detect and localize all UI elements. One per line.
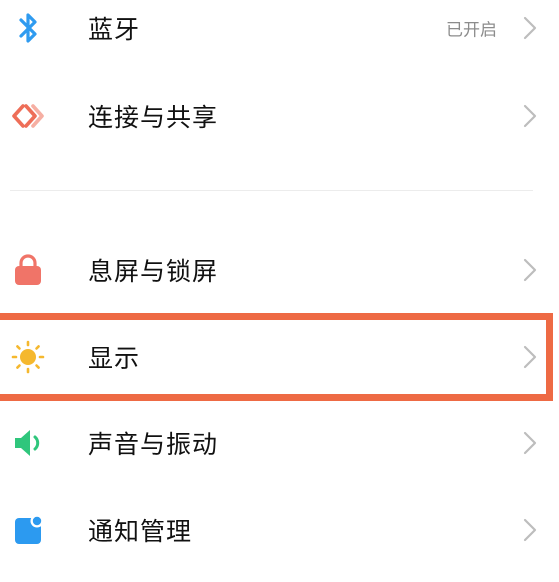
chevron-right-icon bbox=[523, 258, 537, 282]
lock-icon bbox=[10, 252, 46, 288]
highlight-box bbox=[0, 313, 553, 401]
section-divider bbox=[10, 190, 533, 191]
settings-item-label: 息屏与锁屏 bbox=[88, 257, 219, 286]
bluetooth-icon bbox=[10, 10, 46, 46]
settings-item-connection-share[interactable]: 连接与共享 bbox=[0, 86, 559, 146]
settings-item-label: 通知管理 bbox=[88, 517, 193, 546]
connection-share-icon bbox=[10, 98, 46, 134]
settings-screen: 蓝牙 已开启 连接与共享 息屏与锁屏 显示 声音与振动 通知管理 bbox=[0, 0, 559, 582]
speaker-icon bbox=[10, 425, 46, 461]
bluetooth-status: 已开启 bbox=[446, 20, 497, 41]
chevron-right-icon bbox=[523, 16, 537, 40]
chevron-right-icon bbox=[523, 431, 537, 455]
settings-item-label: 声音与振动 bbox=[88, 430, 219, 459]
chevron-right-icon bbox=[523, 518, 537, 542]
notification-icon bbox=[10, 512, 46, 548]
settings-item-sound-vibration[interactable]: 声音与振动 bbox=[0, 413, 559, 473]
settings-item-screen-lock[interactable]: 息屏与锁屏 bbox=[0, 240, 559, 300]
settings-item-bluetooth[interactable]: 蓝牙 已开启 bbox=[0, 0, 559, 58]
settings-item-label: 蓝牙 bbox=[88, 15, 141, 44]
chevron-right-icon bbox=[523, 104, 537, 128]
settings-item-notification[interactable]: 通知管理 bbox=[0, 500, 559, 560]
settings-item-label: 连接与共享 bbox=[88, 103, 219, 132]
